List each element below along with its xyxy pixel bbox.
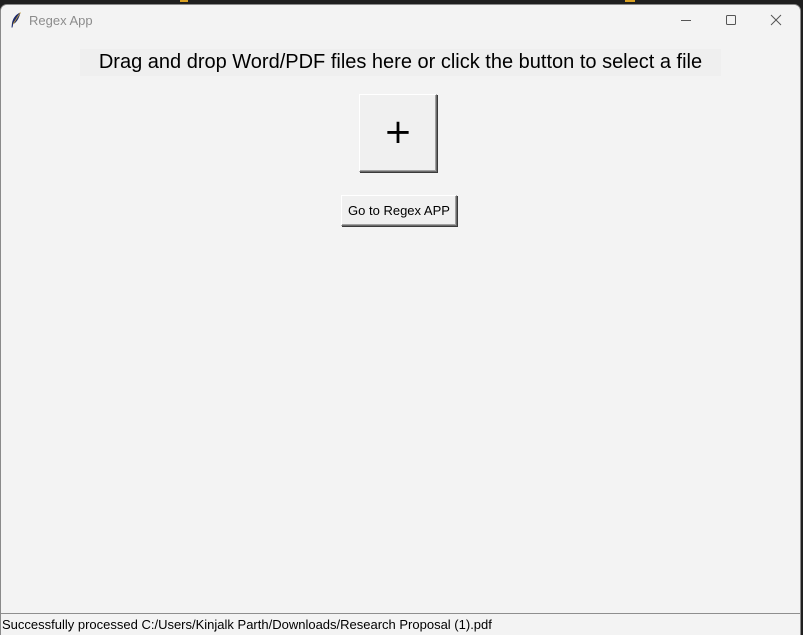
- close-button[interactable]: [753, 5, 799, 35]
- maximize-icon: [726, 15, 736, 25]
- app-window: Regex App Drag and drop Word/PDF files h…: [0, 4, 801, 635]
- maximize-button[interactable]: [708, 5, 754, 35]
- title-bar[interactable]: Regex App: [1, 5, 800, 35]
- status-bar: Successfully processed C:/Users/Kinjalk …: [1, 613, 800, 635]
- window-title: Regex App: [29, 13, 93, 28]
- go-to-regex-app-button[interactable]: Go to Regex APP: [341, 195, 457, 226]
- select-file-button[interactable]: +: [359, 94, 437, 172]
- feather-icon: [10, 12, 22, 28]
- minimize-button[interactable]: [663, 5, 709, 35]
- close-icon: [770, 14, 782, 26]
- instruction-label: Drag and drop Word/PDF files here or cli…: [80, 49, 721, 76]
- drop-zone[interactable]: Drag and drop Word/PDF files here or cli…: [1, 35, 800, 613]
- minimize-icon: [681, 20, 691, 21]
- status-message: Successfully processed C:/Users/Kinjalk …: [2, 617, 492, 632]
